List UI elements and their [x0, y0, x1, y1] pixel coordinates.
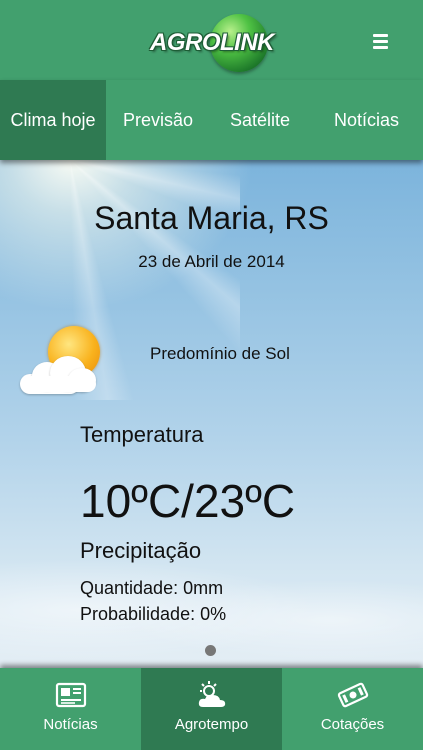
- top-tab-bar: Clima hoje Previsão Satélite Notícias: [0, 80, 423, 160]
- nav-noticias-label: Notícias: [43, 716, 98, 733]
- forecast-date: 23 de Abril de 2014: [138, 252, 285, 271]
- city-name: Santa Maria, RS: [94, 200, 329, 236]
- nav-agrotempo[interactable]: Agrotempo: [141, 668, 282, 750]
- weather-content[interactable]: Santa Maria, RS 23 de Abril de 2014 Pred…: [0, 160, 423, 668]
- precipitation-quantity: Quantidade: 0mm: [80, 578, 224, 598]
- temperature-value: 10ºC/23ºC: [80, 475, 296, 527]
- tab-satelite[interactable]: Satélite: [210, 80, 310, 160]
- agrolink-logo: AGROLINK: [148, 12, 276, 74]
- page-indicator-dot[interactable]: [205, 645, 216, 656]
- tab-noticias[interactable]: Notícias: [310, 80, 423, 160]
- app-header: AGROLINK: [0, 0, 423, 80]
- tab-clima-hoje[interactable]: Clima hoje: [0, 80, 106, 160]
- newspaper-icon: [55, 682, 86, 708]
- precipitation-label: Precipitação: [80, 538, 202, 563]
- temperature-label: Temperatura: [80, 422, 204, 447]
- hamburger-menu-icon: [373, 34, 388, 37]
- logo-text: AGROLINK: [150, 29, 275, 56]
- nav-agrotempo-label: Agrotempo: [174, 716, 249, 733]
- menu-button[interactable]: [366, 28, 394, 54]
- tab-previsao[interactable]: Previsão: [106, 80, 210, 160]
- nav-cotacoes[interactable]: Cotações: [282, 668, 423, 750]
- bottom-nav-bar: Notícias Agrotempo Cotações: [0, 668, 423, 750]
- sun-behind-cloud-icon: [20, 322, 104, 396]
- precipitation-probability: Probabilidade: 0%: [80, 604, 227, 624]
- sun-cloud-icon: [198, 681, 225, 707]
- nav-cotacoes-label: Cotações: [320, 716, 385, 733]
- nav-noticias[interactable]: Notícias: [0, 668, 141, 750]
- weather-condition: Predomínio de Sol: [150, 344, 290, 363]
- money-icon: [337, 682, 368, 708]
